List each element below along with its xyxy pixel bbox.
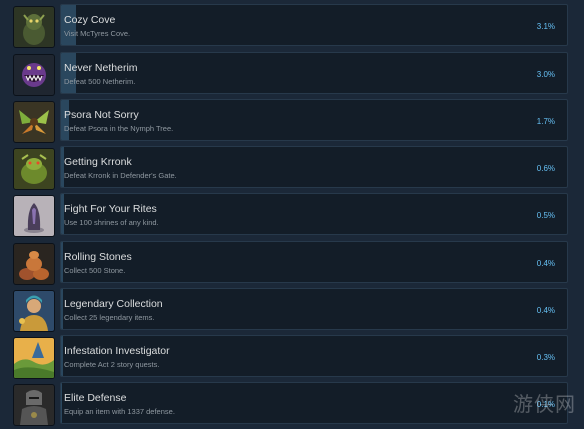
shrine-stone-icon — [14, 196, 54, 236]
achievement-row[interactable]: Legendary Collection Collect 25 legendar… — [0, 288, 584, 335]
achievement-panel: Infestation Investigator Complete Act 2 … — [60, 335, 568, 377]
achievement-row[interactable]: Cozy Cove Visit McTyres Cove. 3.1% — [0, 4, 584, 51]
achievement-panel: Elite Defense Equip an item with 1337 de… — [60, 382, 568, 424]
achievement-percent: 3.0% — [536, 70, 555, 79]
mossy-golem-icon — [14, 7, 54, 47]
progress-bar-fill — [61, 383, 62, 423]
hero-portrait-icon — [14, 291, 54, 331]
achievement-percent: 0.4% — [536, 259, 555, 268]
achievement-description: Visit McTyres Cove. — [64, 29, 131, 38]
achievement-percent: 0.3% — [536, 353, 555, 362]
achievement-row[interactable]: Infestation Investigator Complete Act 2 … — [0, 335, 584, 382]
achievement-title: Legendary Collection — [64, 298, 163, 310]
nymph-wings-icon — [14, 102, 54, 142]
achievement-row[interactable]: Getting Krronk Defeat Krronk in Defender… — [0, 146, 584, 193]
progress-bar-fill — [61, 242, 63, 282]
stone-pile-icon — [14, 244, 54, 284]
site-watermark: 游侠网 — [513, 392, 576, 416]
achievement-panel: Rolling Stones Collect 500 Stone. 0.4% — [60, 241, 568, 283]
achievement-percent: 0.5% — [536, 211, 555, 220]
progress-bar-fill — [61, 336, 63, 376]
achievement-title: Never Netherim — [64, 62, 138, 74]
achievement-description: Defeat Psora in the Nymph Tree. — [64, 124, 174, 133]
achievement-percent: 0.4% — [536, 306, 555, 315]
krronk-creature-icon — [14, 149, 54, 189]
achievement-description: Defeat 500 Netherim. — [64, 77, 136, 86]
achievement-title: Cozy Cove — [64, 14, 116, 26]
achievement-description: Defeat Krronk in Defender's Gate. — [64, 171, 177, 180]
achievement-title: Getting Krronk — [64, 156, 132, 168]
achievement-percent: 3.1% — [536, 22, 555, 31]
achievement-title: Psora Not Sorry — [64, 109, 139, 121]
achievement-row[interactable]: Never Netherim Defeat 500 Netherim. 3.0% — [0, 52, 584, 99]
achievement-description: Collect 500 Stone. — [64, 266, 126, 275]
purple-chomper-icon — [14, 55, 54, 95]
achievement-panel: Fight For Your Rites Use 100 shrines of … — [60, 193, 568, 235]
achievement-panel: Psora Not Sorry Defeat Psora in the Nymp… — [60, 99, 568, 141]
achievement-panel: Cozy Cove Visit McTyres Cove. 3.1% — [60, 4, 568, 46]
achievement-row[interactable]: Fight For Your Rites Use 100 shrines of … — [0, 193, 584, 240]
achievement-title: Fight For Your Rites — [64, 203, 157, 215]
achievement-title: Rolling Stones — [64, 251, 132, 263]
achievement-row[interactable]: Psora Not Sorry Defeat Psora in the Nymp… — [0, 99, 584, 146]
achievement-description: Equip an item with 1337 defense. — [64, 407, 175, 416]
achievement-title: Elite Defense — [64, 392, 127, 404]
achievement-panel: Never Netherim Defeat 500 Netherim. 3.0% — [60, 52, 568, 94]
achievement-row[interactable]: Rolling Stones Collect 500 Stone. 0.4% — [0, 241, 584, 288]
achievement-percent: 0.6% — [536, 164, 555, 173]
achievement-percent: 1.7% — [536, 117, 555, 126]
achievement-row[interactable]: Elite Defense Equip an item with 1337 de… — [0, 382, 584, 429]
achievement-description: Use 100 shrines of any kind. — [64, 218, 159, 227]
landscape-icon — [14, 338, 54, 378]
achievement-panel: Legendary Collection Collect 25 legendar… — [60, 288, 568, 330]
achievement-description: Complete Act 2 story quests. — [64, 360, 160, 369]
achievement-panel: Getting Krronk Defeat Krronk in Defender… — [60, 146, 568, 188]
progress-bar-fill — [61, 289, 63, 329]
achievement-title: Infestation Investigator — [64, 345, 170, 357]
achievement-description: Collect 25 legendary items. — [64, 313, 155, 322]
armored-knight-icon — [14, 385, 54, 425]
